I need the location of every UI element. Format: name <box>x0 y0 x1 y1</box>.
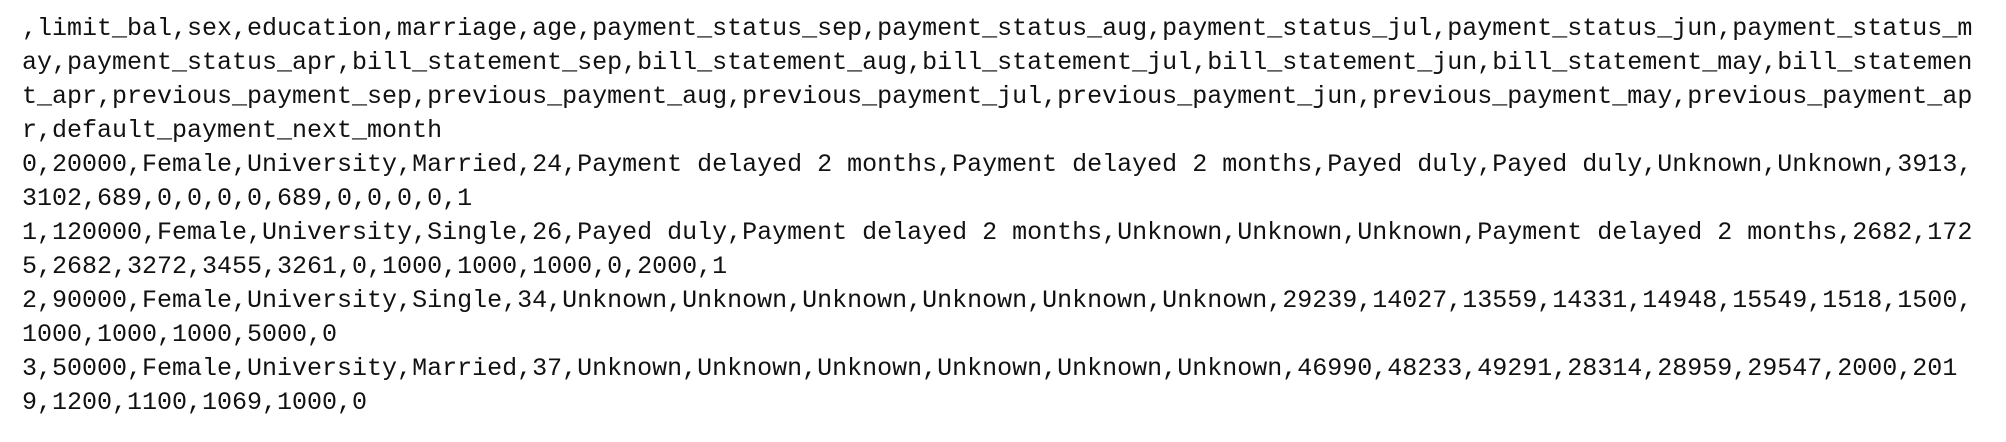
csv-data-row: 0,20000,Female,University,Married,24,Pay… <box>22 150 1973 213</box>
csv-viewer: ,limit_bal,sex,education,marriage,age,pa… <box>0 0 2006 442</box>
csv-data-row: 1,120000,Female,University,Single,26,Pay… <box>22 218 1973 281</box>
csv-header-row: ,limit_bal,sex,education,marriage,age,pa… <box>22 14 1973 145</box>
csv-data-row: 2,90000,Female,University,Single,34,Unkn… <box>22 286 1973 349</box>
csv-data-row: 3,50000,Female,University,Married,37,Unk… <box>22 354 1958 417</box>
csv-content: ,limit_bal,sex,education,marriage,age,pa… <box>22 12 1984 420</box>
